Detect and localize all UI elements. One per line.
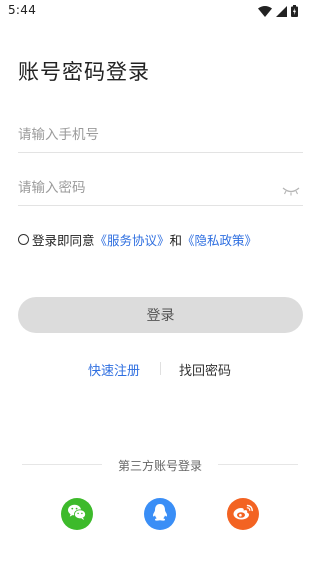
agreement-conjunction: 和 <box>169 233 183 248</box>
service-agreement-link[interactable]: 《服务协议》 <box>95 230 170 249</box>
quick-register-link[interactable]: 快速注册 <box>88 360 140 379</box>
wifi-icon <box>258 5 272 17</box>
eye-closed-icon[interactable] <box>281 182 301 196</box>
privacy-policy-link[interactable]: 《隐私政策》 <box>182 230 257 249</box>
wechat-login-button[interactable] <box>61 498 93 530</box>
phone-input[interactable] <box>18 117 303 152</box>
recover-password-link[interactable]: 找回密码 <box>179 360 231 379</box>
qq-icon <box>152 503 168 526</box>
login-screen: 5:44 账号密码登录 请输入手机号 登录即同意 《服务协议》 和 《隐私政策》… <box>0 0 320 569</box>
third-party-title: 第三方账号登录 <box>117 459 202 473</box>
status-time: 5:44 <box>8 3 37 17</box>
agreement-checkbox[interactable] <box>18 234 29 245</box>
weibo-icon <box>232 503 254 525</box>
qq-login-button[interactable] <box>144 498 176 530</box>
phone-field-container <box>18 117 303 153</box>
wechat-icon <box>67 503 87 525</box>
login-button[interactable]: 登录 <box>18 297 303 333</box>
weibo-login-button[interactable] <box>227 498 259 530</box>
agreement-row: 登录即同意 《服务协议》 和 《隐私政策》 <box>18 230 257 249</box>
password-input[interactable] <box>18 170 303 205</box>
password-field-container <box>18 170 303 206</box>
page-title: 账号密码登录 <box>18 60 150 84</box>
third-party-divider-right <box>218 464 298 465</box>
status-bar: 5:44 <box>0 0 320 22</box>
link-divider <box>160 362 161 375</box>
status-icons <box>258 4 298 18</box>
signal-icon <box>276 5 287 17</box>
agreement-prefix: 登录即同意 <box>32 233 95 248</box>
battery-icon <box>291 5 298 17</box>
